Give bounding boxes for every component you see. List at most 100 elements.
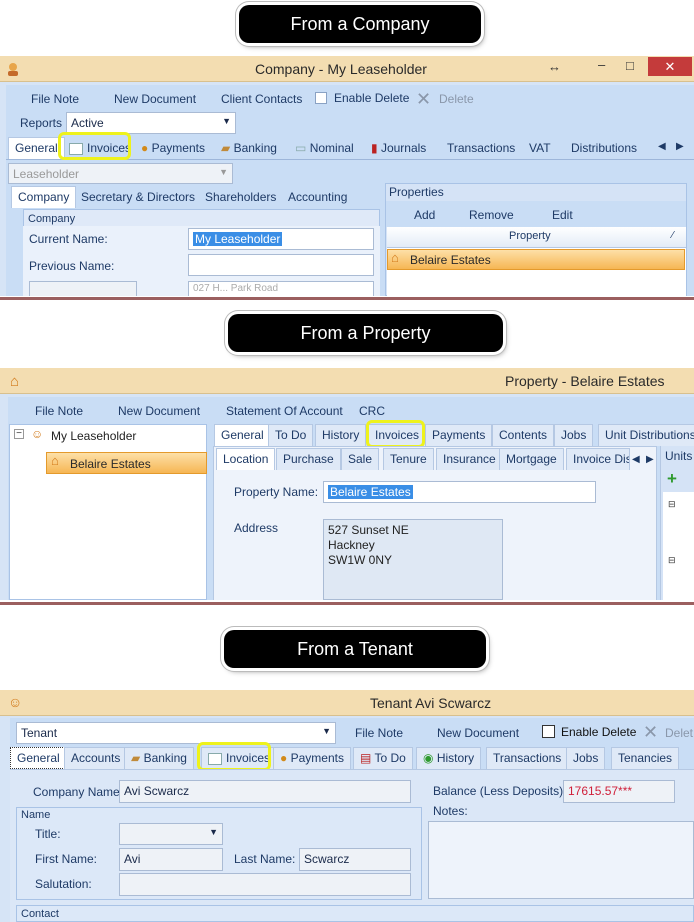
tab-contents[interactable]: Contents xyxy=(492,424,555,446)
new-document-button[interactable]: New Document xyxy=(437,726,519,740)
subtab-sale[interactable]: Sale xyxy=(341,448,380,470)
client-contacts-button[interactable]: Client Contacts xyxy=(221,92,302,106)
subtab-insurance[interactable]: Insurance xyxy=(436,448,503,470)
current-name-field[interactable]: My Leaseholder xyxy=(188,228,374,250)
tree-root[interactable]: My Leaseholder xyxy=(51,429,136,443)
tab-vat[interactable]: VAT xyxy=(522,137,558,159)
subtab-shareholders[interactable]: Shareholders xyxy=(198,186,283,208)
tab-payments[interactable]: ● Payments xyxy=(134,137,212,159)
tenant-titlebar: ☺ Tenant Avi Scwarcz xyxy=(0,690,694,716)
subtab-company[interactable]: Company xyxy=(11,186,77,208)
new-document-button[interactable]: New Document xyxy=(114,92,196,106)
highlight-invoices xyxy=(366,420,425,448)
previous-name-label: Previous Name: xyxy=(29,259,115,273)
delete-icon[interactable]: ✕ xyxy=(643,722,658,743)
file-note-button[interactable]: File Note xyxy=(31,92,79,106)
delete-button[interactable]: Delete xyxy=(439,92,474,106)
maximize-button[interactable]: □ xyxy=(626,58,634,73)
house-icon: ⌂ xyxy=(391,250,399,265)
tab-transactions[interactable]: Transactions xyxy=(486,747,569,769)
address-field[interactable]: 527 Sunset NE Hackney SW1W 0NY xyxy=(323,519,503,600)
subtab-mortgage[interactable]: Mortgage xyxy=(499,448,564,470)
property-name-field[interactable]: Belaire Estates xyxy=(323,481,596,503)
title-select[interactable]: ▼ xyxy=(119,823,223,845)
enable-delete-checkbox[interactable] xyxy=(542,725,555,738)
enable-delete-label: Enable Delete xyxy=(334,91,410,105)
tab-scroll-left-icon[interactable]: ◀ xyxy=(632,454,640,465)
file-note-button[interactable]: File Note xyxy=(355,726,403,740)
tab-history[interactable]: ◉ History xyxy=(416,747,482,769)
unit-collapse-icon[interactable]: ⊟ xyxy=(668,499,676,510)
previous-name-field[interactable] xyxy=(188,254,374,276)
first-name-field[interactable]: Avi xyxy=(119,848,223,871)
tab-transactions[interactable]: Transactions xyxy=(440,137,522,159)
tree-collapse-icon[interactable]: − xyxy=(14,429,24,439)
delete-icon[interactable]: ✕ xyxy=(416,89,431,110)
unit-collapse-icon-2[interactable]: ⊟ xyxy=(668,555,676,566)
tab-scroll-left-icon[interactable]: ◀ xyxy=(658,141,666,152)
tab-todo[interactable]: ▤ To Do xyxy=(353,747,413,769)
edit-property-button[interactable]: Edit xyxy=(552,208,573,222)
tab-payments[interactable]: Payments xyxy=(425,424,493,446)
company-name-field[interactable]: Avi Scwarcz xyxy=(119,780,411,803)
balance-field: 17615.57*** xyxy=(563,780,675,803)
callout-company: From a Company xyxy=(239,5,481,43)
last-name-label: Last Name: xyxy=(234,852,296,866)
subtab-purchase[interactable]: Purchase xyxy=(276,448,341,470)
tab-history[interactable]: History xyxy=(315,424,367,446)
salutation-label: Salutation: xyxy=(35,877,92,891)
new-document-button[interactable]: New Document xyxy=(118,404,200,418)
subtab-secretary[interactable]: Secretary & Directors xyxy=(74,186,202,208)
tab-scroll-right-icon[interactable]: ▶ xyxy=(646,454,654,465)
add-property-button[interactable]: Add xyxy=(414,208,435,222)
enable-delete-checkbox[interactable] xyxy=(315,92,327,104)
tab-general[interactable]: General xyxy=(10,747,67,769)
reports-select[interactable]: Active ▼ xyxy=(66,112,236,134)
add-unit-icon[interactable]: + xyxy=(667,469,677,489)
delete-button[interactable]: Delet xyxy=(665,726,693,740)
remove-property-button[interactable]: Remove xyxy=(469,208,514,222)
minimize-button[interactable]: – xyxy=(598,57,605,72)
subtab-tenure[interactable]: Tenure xyxy=(383,448,434,470)
subtab-invoice-dis[interactable]: Invoice Dis xyxy=(566,448,630,470)
close-button[interactable]: ✕ xyxy=(648,57,692,76)
property-column-header[interactable]: Property xyxy=(509,230,551,242)
tab-jobs[interactable]: Jobs xyxy=(554,424,594,446)
last-name-field[interactable]: Scwarcz xyxy=(299,848,411,871)
cut-off-field-left xyxy=(29,281,137,296)
tenant-type-select[interactable]: Tenant ▼ xyxy=(16,722,336,744)
tab-distributions[interactable]: Distributions xyxy=(564,137,644,159)
tab-tenancies[interactable]: Tenancies xyxy=(611,747,680,769)
first-name-label: First Name: xyxy=(35,852,98,866)
tab-banking[interactable]: ▰ Banking xyxy=(124,747,194,769)
crc-button[interactable]: CRC xyxy=(359,404,385,418)
highlight-invoices xyxy=(58,132,131,160)
salutation-field[interactable] xyxy=(119,873,411,896)
tab-journals[interactable]: ▮ Journals xyxy=(364,137,433,159)
statement-of-account-button[interactable]: Statement Of Account xyxy=(226,404,343,418)
notes-field[interactable] xyxy=(428,821,694,899)
name-group-title: Name xyxy=(21,809,51,821)
tab-nominal[interactable]: ▭ Nominal xyxy=(288,137,361,159)
address-line-2: Hackney xyxy=(328,538,375,552)
todo-icon: ▤ xyxy=(360,751,372,765)
tab-payments[interactable]: ● Payments xyxy=(273,747,351,769)
tab-jobs[interactable]: Jobs xyxy=(566,747,606,769)
subtab-location[interactable]: Location xyxy=(216,448,276,470)
type-select[interactable]: Leaseholder ▼ xyxy=(8,163,233,184)
address-line-3: SW1W 0NY xyxy=(328,553,393,567)
tab-general[interactable]: General xyxy=(8,137,65,159)
contact-group-title: Contact xyxy=(21,908,59,920)
tab-banking[interactable]: ▰ Banking xyxy=(214,137,284,159)
tab-todo[interactable]: To Do xyxy=(268,424,314,446)
file-note-button[interactable]: File Note xyxy=(35,404,83,418)
tab-scroll-right-icon[interactable]: ▶ xyxy=(676,141,684,152)
title-label: Title: xyxy=(35,827,61,841)
tab-general[interactable]: General xyxy=(214,424,271,446)
restore-icon[interactable]: ↔ xyxy=(548,59,561,74)
subtab-accounting[interactable]: Accounting xyxy=(281,186,354,208)
tab-unit-distributions[interactable]: Unit Distributions xyxy=(598,424,694,446)
person-icon: ☺ xyxy=(8,694,23,710)
tab-accounts[interactable]: Accounts xyxy=(64,747,128,769)
company-titlebar: Company - My Leaseholder ↔ – □ ✕ xyxy=(0,56,694,82)
